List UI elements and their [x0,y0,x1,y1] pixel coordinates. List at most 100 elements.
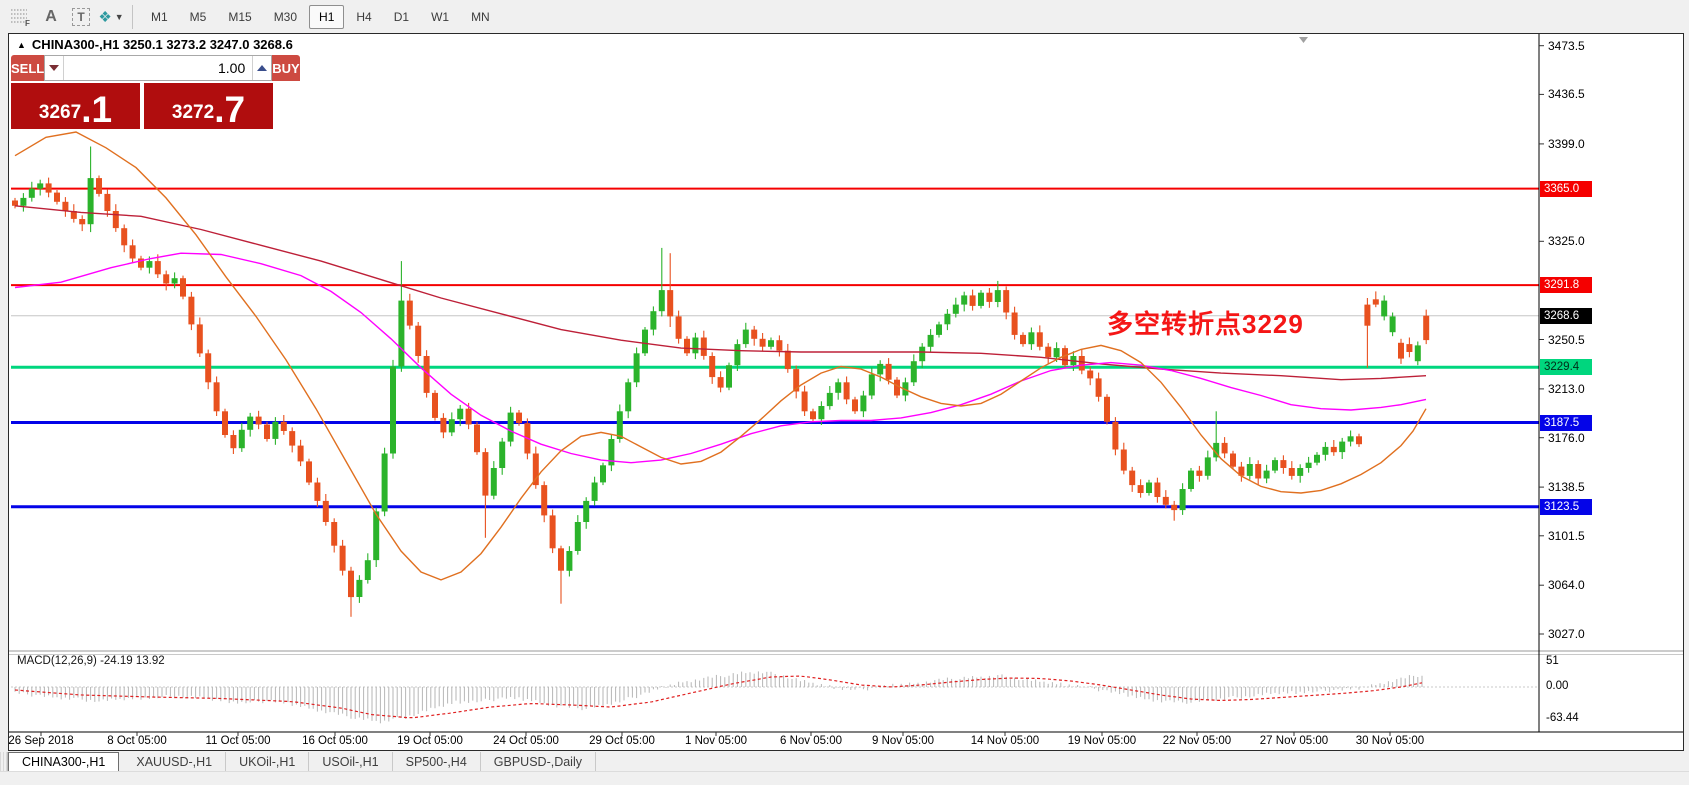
candle-body [944,313,951,325]
candle-body [969,295,976,306]
candle-body [1297,468,1304,476]
candle-body [675,316,682,339]
candle-body [1146,482,1152,493]
candle-body [1364,304,1371,326]
chart-tab[interactable]: USOil-,H1 [309,752,393,771]
candle-body [1087,370,1094,379]
candle-body [868,374,875,396]
candle-body [717,377,724,388]
chart-tab[interactable]: UKOil-,H1 [226,752,310,771]
diamond-shapes-glyph: ❖ [98,8,112,26]
time-tick-label: 24 Oct 05:00 [493,735,559,747]
candle-body [616,411,623,439]
candle-body [1045,346,1052,358]
candle-body [79,219,86,225]
timeframe-button-w1[interactable]: W1 [421,5,459,29]
candle-body [532,453,539,486]
timeframe-button-m1[interactable]: M1 [141,5,178,29]
timeframe-button-h1[interactable]: H1 [309,4,345,29]
candle-body [331,522,338,546]
candle-body [1246,464,1253,476]
sell-button[interactable]: SELL [11,55,45,81]
tab-bar-grip[interactable] [0,752,8,771]
candle-body [835,382,842,393]
indicators-grid-icon[interactable]: F [8,5,34,29]
candle-body [297,445,304,462]
one-click-trading-panel: SELL BUY 3267.1 3272.7 [11,55,300,129]
volume-increase-button[interactable] [252,56,272,80]
buy-button[interactable]: BUY [272,55,300,81]
chart-tab[interactable]: GBPUSD-,Daily [481,752,596,771]
candle-body [986,292,993,302]
price-tick-label: 3436.5 [1548,87,1585,101]
candle-body [1272,460,1278,471]
sell-price-panel[interactable]: 3267.1 [11,83,140,129]
timeframe-button-d1[interactable]: D1 [384,5,419,29]
buy-price-panel[interactable]: 3272.7 [144,83,273,129]
time-tick-label: 29 Oct 05:00 [589,735,655,747]
candle-body [1221,442,1228,454]
candle-body [247,416,254,430]
toolbar-separator [132,4,133,29]
candle-body [1179,489,1186,511]
candle-body [692,337,699,354]
timeframe-button-m30[interactable]: M30 [264,5,307,29]
candle-body [625,382,632,412]
volume-input[interactable] [64,56,253,80]
price-level-badge: 3123.5 [1540,499,1592,515]
volume-decrease-button[interactable] [45,56,65,80]
candle-body [516,412,522,424]
price-tick-label: 3399.0 [1548,137,1585,151]
chart-tab[interactable]: CHINA300-,H1 [8,752,120,771]
candle-body [1112,421,1119,450]
candle-body [1003,290,1010,313]
candle-body [1280,460,1287,468]
candle-body [348,570,354,598]
candle-body [1255,464,1262,479]
price-level-badge: 3291.8 [1540,277,1592,293]
price-tick-label: 3250.5 [1548,333,1585,347]
candle-body [322,500,329,522]
price-tick-label: 3213.0 [1548,382,1585,396]
timeframe-button-h4[interactable]: H4 [346,5,381,29]
collapse-panel-icon[interactable]: ▲ [17,40,26,50]
sell-price-main: 3267 [38,102,82,123]
candle-body [1314,454,1320,463]
price-tick-label: 3138.5 [1548,480,1585,494]
shapes-tool-icon[interactable]: ❖ ▼ [98,5,124,29]
chart-window: ▲ CHINA300-,H1 3250.1 3273.2 3247.0 3268… [8,33,1684,751]
candle-body [196,324,203,354]
top-toolbar: F A T ❖ ▼ M1 M5 M15 M30 H1 H4 D1 W1 MN [0,0,1689,33]
chevron-down-icon: ▼ [114,11,124,22]
candle-body [1120,449,1127,471]
chart-shift-marker[interactable] [1299,37,1308,43]
text-tool-icon[interactable]: T [68,5,94,29]
candle-body [1381,300,1388,317]
candle-body [415,325,422,356]
candle-body [364,560,371,580]
candle-body [171,278,178,284]
candle-body [1330,446,1337,453]
chart-tab[interactable]: XAUUSD-,H1 [123,752,227,771]
time-tick-label: 9 Nov 05:00 [871,735,934,747]
time-tick-label: 26 Sep 2018 [8,735,74,747]
candle-body [642,329,648,354]
time-tick-label: 6 Nov 05:00 [779,735,842,747]
candle-body [339,545,346,571]
timeframe-button-m5[interactable]: M5 [180,5,217,29]
candle-body [1322,446,1329,455]
candle-body [457,408,464,420]
timeframe-button-m15[interactable]: M15 [218,5,261,29]
sell-price-frac: .1 [81,88,113,130]
candle-body [12,200,18,206]
candle-body [818,406,825,420]
candle-body [448,419,455,433]
candle-body [1406,344,1413,352]
chart-canvas [9,34,1683,736]
label-tool-icon[interactable]: A [38,5,64,29]
time-tick-label: 30 Nov 05:00 [1355,735,1425,747]
chart-tab[interactable]: SP500-,H4 [393,752,481,771]
timeframe-button-mn[interactable]: MN [461,5,500,29]
candle-body [566,551,573,571]
candle-body [306,461,312,483]
